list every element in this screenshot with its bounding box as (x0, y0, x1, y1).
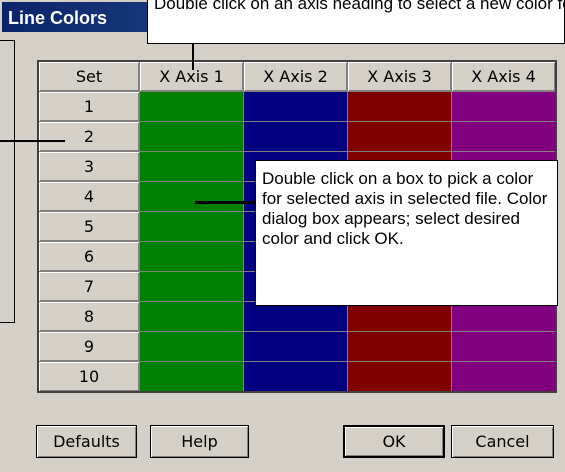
color-cell-axis-4[interactable] (451, 361, 557, 393)
axis-heading-callout: Double click on an axis heading to selec… (147, 0, 565, 44)
color-cell-axis-4[interactable] (451, 121, 557, 152)
color-cell-axis-1[interactable] (139, 361, 244, 393)
color-cell-axis-2[interactable] (243, 121, 348, 152)
defaults-button[interactable]: Defaults (36, 425, 137, 458)
grid-header-row: Set X Axis 1X Axis 2X Axis 3X Axis 4 (37, 60, 557, 92)
row-pointer-line (0, 140, 65, 142)
color-cell-axis-2[interactable] (243, 301, 348, 332)
help-button[interactable]: Help (150, 425, 249, 458)
cell-callout: Double click on a box to pick a color fo… (255, 160, 558, 306)
color-cell-axis-1[interactable] (139, 241, 244, 272)
set-number-cell: 1 (37, 91, 140, 122)
window-title: Line Colors (8, 8, 108, 28)
color-cell-axis-2[interactable] (243, 361, 348, 393)
color-cell-axis-4[interactable] (451, 331, 557, 362)
color-cell-axis-3[interactable] (347, 91, 452, 122)
grid-row: 8 (37, 301, 557, 332)
color-cell-axis-1[interactable] (139, 91, 244, 122)
cell-pointer-line (195, 201, 255, 204)
rows-bracket-line (0, 40, 15, 323)
color-cell-axis-1[interactable] (139, 121, 244, 152)
color-cell-axis-2[interactable] (243, 331, 348, 362)
color-cell-axis-1[interactable] (139, 331, 244, 362)
ok-button[interactable]: OK (343, 425, 445, 458)
color-cell-axis-1[interactable] (139, 301, 244, 332)
cancel-button[interactable]: Cancel (451, 425, 554, 458)
grid-row: 2 (37, 121, 557, 152)
axis-header-4[interactable]: X Axis 4 (451, 60, 557, 92)
color-cell-axis-3[interactable] (347, 361, 452, 393)
set-column-header: Set (37, 60, 140, 92)
grid-row: 10 (37, 361, 557, 393)
set-number-cell: 5 (37, 211, 140, 242)
axis-heading-pointer-line (192, 44, 194, 70)
cell-callout-text: Double click on a box to pick a color fo… (262, 169, 548, 248)
grid-row: 1 (37, 91, 557, 122)
set-number-cell: 6 (37, 241, 140, 272)
color-cell-axis-3[interactable] (347, 301, 452, 332)
axis-header-3[interactable]: X Axis 3 (347, 60, 452, 92)
color-cell-axis-1[interactable] (139, 181, 244, 212)
set-number-cell: 3 (37, 151, 140, 182)
set-number-cell: 8 (37, 301, 140, 332)
axis-header-2[interactable]: X Axis 2 (243, 60, 348, 92)
set-number-cell: 9 (37, 331, 140, 362)
set-number-cell: 10 (37, 361, 140, 393)
set-number-cell: 4 (37, 181, 140, 212)
color-cell-axis-1[interactable] (139, 271, 244, 302)
set-number-cell: 7 (37, 271, 140, 302)
color-cell-axis-3[interactable] (347, 121, 452, 152)
axis-heading-callout-text: Double click on an axis heading to selec… (154, 0, 564, 13)
color-cell-axis-4[interactable] (451, 91, 557, 122)
grid-row: 9 (37, 331, 557, 362)
color-cell-axis-4[interactable] (451, 301, 557, 332)
color-cell-axis-1[interactable] (139, 211, 244, 242)
color-cell-axis-2[interactable] (243, 91, 348, 122)
color-cell-axis-3[interactable] (347, 331, 452, 362)
color-cell-axis-1[interactable] (139, 151, 244, 182)
set-number-cell: 2 (37, 121, 140, 152)
